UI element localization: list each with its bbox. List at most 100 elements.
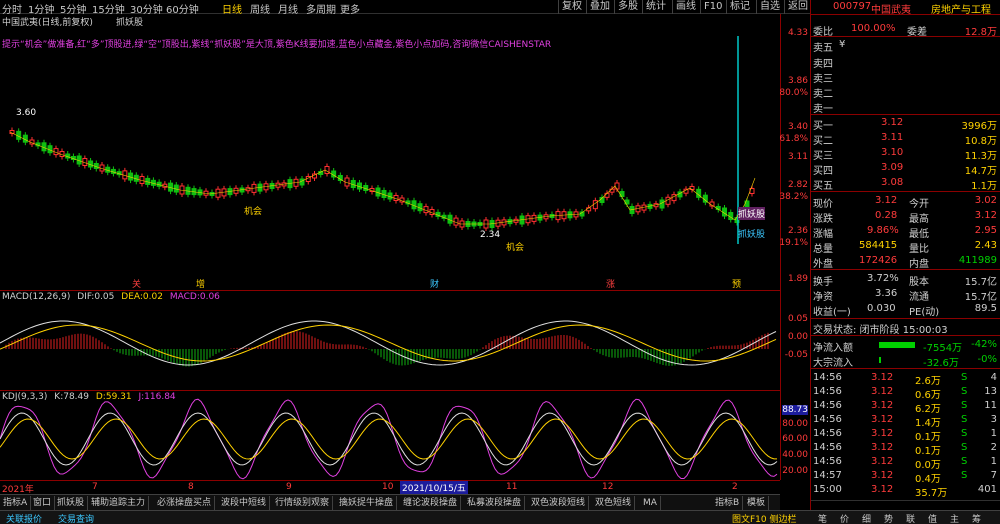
sell2-label: 卖二 — [813, 89, 833, 100]
date-month-9: 9 — [286, 482, 292, 492]
back-button[interactable]: 返回 — [784, 0, 811, 14]
sell4-row: 卖四 — [811, 54, 1000, 70]
event-label-2[interactable]: 增 — [196, 277, 205, 290]
buy4-vol: 14.7万 — [964, 166, 997, 177]
draw-button[interactable]: 画线 — [672, 0, 699, 14]
kdj-chart[interactable] — [0, 391, 780, 480]
tick-s: S — [961, 456, 968, 467]
kline-pane[interactable]: 中国武夷(日线,前复权) 抓妖股 提示“机会”做准备,红“多”顶股进,绿“空”顶… — [0, 14, 780, 276]
divider — [811, 368, 1000, 369]
event-label-5[interactable]: 预 — [732, 277, 741, 290]
tab-dual-short[interactable]: 双色短线 — [592, 496, 636, 510]
indicator-tabs: 指标A 窗口 抓妖股 辅助追踪主力 必涨操盘买点 波段中短线 行情级别观察 擒妖… — [0, 494, 780, 510]
tick-s: S — [961, 470, 968, 481]
axis-label: 38.2% — [779, 192, 808, 202]
rtab[interactable]: 细 — [862, 512, 871, 524]
tab-yao[interactable]: 抓妖股 — [54, 496, 89, 510]
tick-t: 14:56 — [813, 386, 842, 397]
stat-label: 股本 — [909, 277, 929, 288]
buy3-price: 3.10 — [881, 147, 904, 158]
watchlist-button[interactable]: 自选 — [756, 0, 783, 14]
event-label-4[interactable]: 涨 — [606, 277, 615, 290]
multi-stock-button[interactable]: 多股 — [614, 0, 641, 14]
tab-bull[interactable]: 擒妖捉牛操盘 — [336, 496, 398, 510]
kdj-title: KDJ(9,3,3) — [2, 392, 48, 402]
stat-label: 量比 — [909, 244, 929, 255]
trading-app: 分时 1分钟 5分钟 15分钟 30分钟 60分钟 日线 周线 月线 多周期 更… — [0, 0, 1000, 524]
stat-row: 涨跌 0.28 最高 3.12 — [811, 209, 1000, 225]
tab-indicator-b[interactable]: 指标B — [712, 496, 744, 510]
tick-p: 3.12 — [871, 484, 894, 495]
related-quote-link[interactable]: 关联报价 — [6, 512, 42, 524]
event-label-3[interactable]: 财 — [430, 277, 439, 290]
rtab[interactable]: 筹 — [972, 512, 981, 524]
candle-body — [614, 182, 620, 190]
tick-p: 3.12 — [871, 414, 894, 425]
tab-template[interactable]: 模板 — [744, 496, 770, 510]
tab-level[interactable]: 行情级别观察 — [272, 496, 334, 510]
rtab[interactable]: 势 — [884, 512, 893, 524]
f10-button[interactable]: F10 — [700, 0, 725, 14]
tick-row: 15:00 3.12 35.7万 401 — [811, 483, 1000, 499]
tab-ma[interactable]: MA — [640, 496, 661, 510]
stat-value: 0.030 — [867, 303, 896, 314]
candle-body — [324, 166, 330, 174]
stat-label: 涨幅 — [813, 229, 833, 240]
tab-dual-band[interactable]: 双色波段短线 — [528, 496, 590, 510]
candle-body — [722, 207, 727, 217]
sidebar-link[interactable]: 图文F10 侧边栏 — [732, 512, 797, 524]
stat-row: 现价 3.12 今开 3.02 — [811, 194, 1000, 210]
weibi-value: 100.00% — [851, 23, 896, 34]
date-month-8: 8 — [188, 482, 194, 492]
kdj-pane[interactable]: KDJ(9,3,3) K:78.49 D:59.31 J:116.84 — [0, 391, 780, 480]
axis-label: 3.40 — [787, 122, 808, 132]
stats-button[interactable]: 统计 — [642, 0, 669, 14]
sell2-row: 卖二 — [811, 84, 1000, 100]
tick-n: 11 — [984, 400, 997, 411]
tab-buy-point[interactable]: 必涨操盘买点 — [154, 496, 216, 510]
date-start: 2021年 — [2, 485, 34, 494]
axis-label: 1.89 — [787, 274, 808, 284]
rtab[interactable]: 主 — [950, 512, 959, 524]
stat-value: 172426 — [859, 255, 898, 266]
stat-value: 584415 — [859, 240, 898, 251]
tab-window[interactable]: 窗口 — [30, 496, 56, 510]
kdj-axis-label: 40.00 — [782, 450, 808, 460]
tab-track[interactable]: 辅助追踪主力 — [88, 496, 150, 510]
rtab[interactable]: 笔 — [818, 512, 827, 524]
sell3-row: 卖三 — [811, 69, 1000, 85]
rtab[interactable]: 值 — [928, 512, 937, 524]
mark-button[interactable]: 标记 — [726, 0, 753, 14]
tab-chan[interactable]: 缠论波段操盘 — [400, 496, 462, 510]
macd-axis-label: 0.05 — [787, 314, 808, 324]
stat-label: 外盘 — [813, 259, 833, 270]
adjust-button[interactable]: 复权 — [558, 0, 585, 14]
kline-chart[interactable] — [0, 14, 780, 276]
date-month-10: 10 — [382, 482, 394, 492]
trade-query-link[interactable]: 交易查询 — [58, 512, 94, 524]
rtab[interactable]: 联 — [906, 512, 915, 524]
tick-p: 3.12 — [871, 470, 894, 481]
candle-body — [592, 200, 598, 210]
stat-row: 外盘 172426 内盘 411989 — [811, 254, 1000, 270]
tab-private[interactable]: 私募波段操盘 — [464, 496, 526, 510]
macd-chart[interactable] — [0, 291, 780, 390]
stock-code[interactable]: 000797 — [833, 1, 871, 12]
tick-p: 3.12 — [871, 428, 894, 439]
event-label-1[interactable]: 关 — [132, 277, 141, 290]
stat-label: 内盘 — [909, 259, 929, 270]
overlay-button[interactable]: 叠加 — [586, 0, 613, 14]
price-low-label: 2.34 — [480, 230, 501, 240]
tick-s: S — [961, 428, 968, 439]
tick-n: 1 — [990, 428, 997, 439]
buy5-vol: 1.1万 — [971, 181, 997, 192]
buy2-vol: 10.8万 — [964, 136, 997, 147]
date-month-2: 2 — [732, 482, 738, 492]
tick-s: S — [961, 414, 968, 425]
tab-indicator-a[interactable]: 指标A — [0, 496, 32, 510]
rtab[interactable]: 价 — [840, 512, 849, 524]
macd-pane[interactable]: MACD(12,26,9) DIF:0.05 DEA:0.02 MACD:0.0… — [0, 291, 780, 390]
tab-band[interactable]: 波段中短线 — [218, 496, 271, 510]
chart-area: 中国武夷(日线,前复权) 抓妖股 提示“机会”做准备,红“多”顶股进,绿“空”顶… — [0, 14, 808, 494]
stat-value: 15.7亿 — [964, 292, 997, 303]
